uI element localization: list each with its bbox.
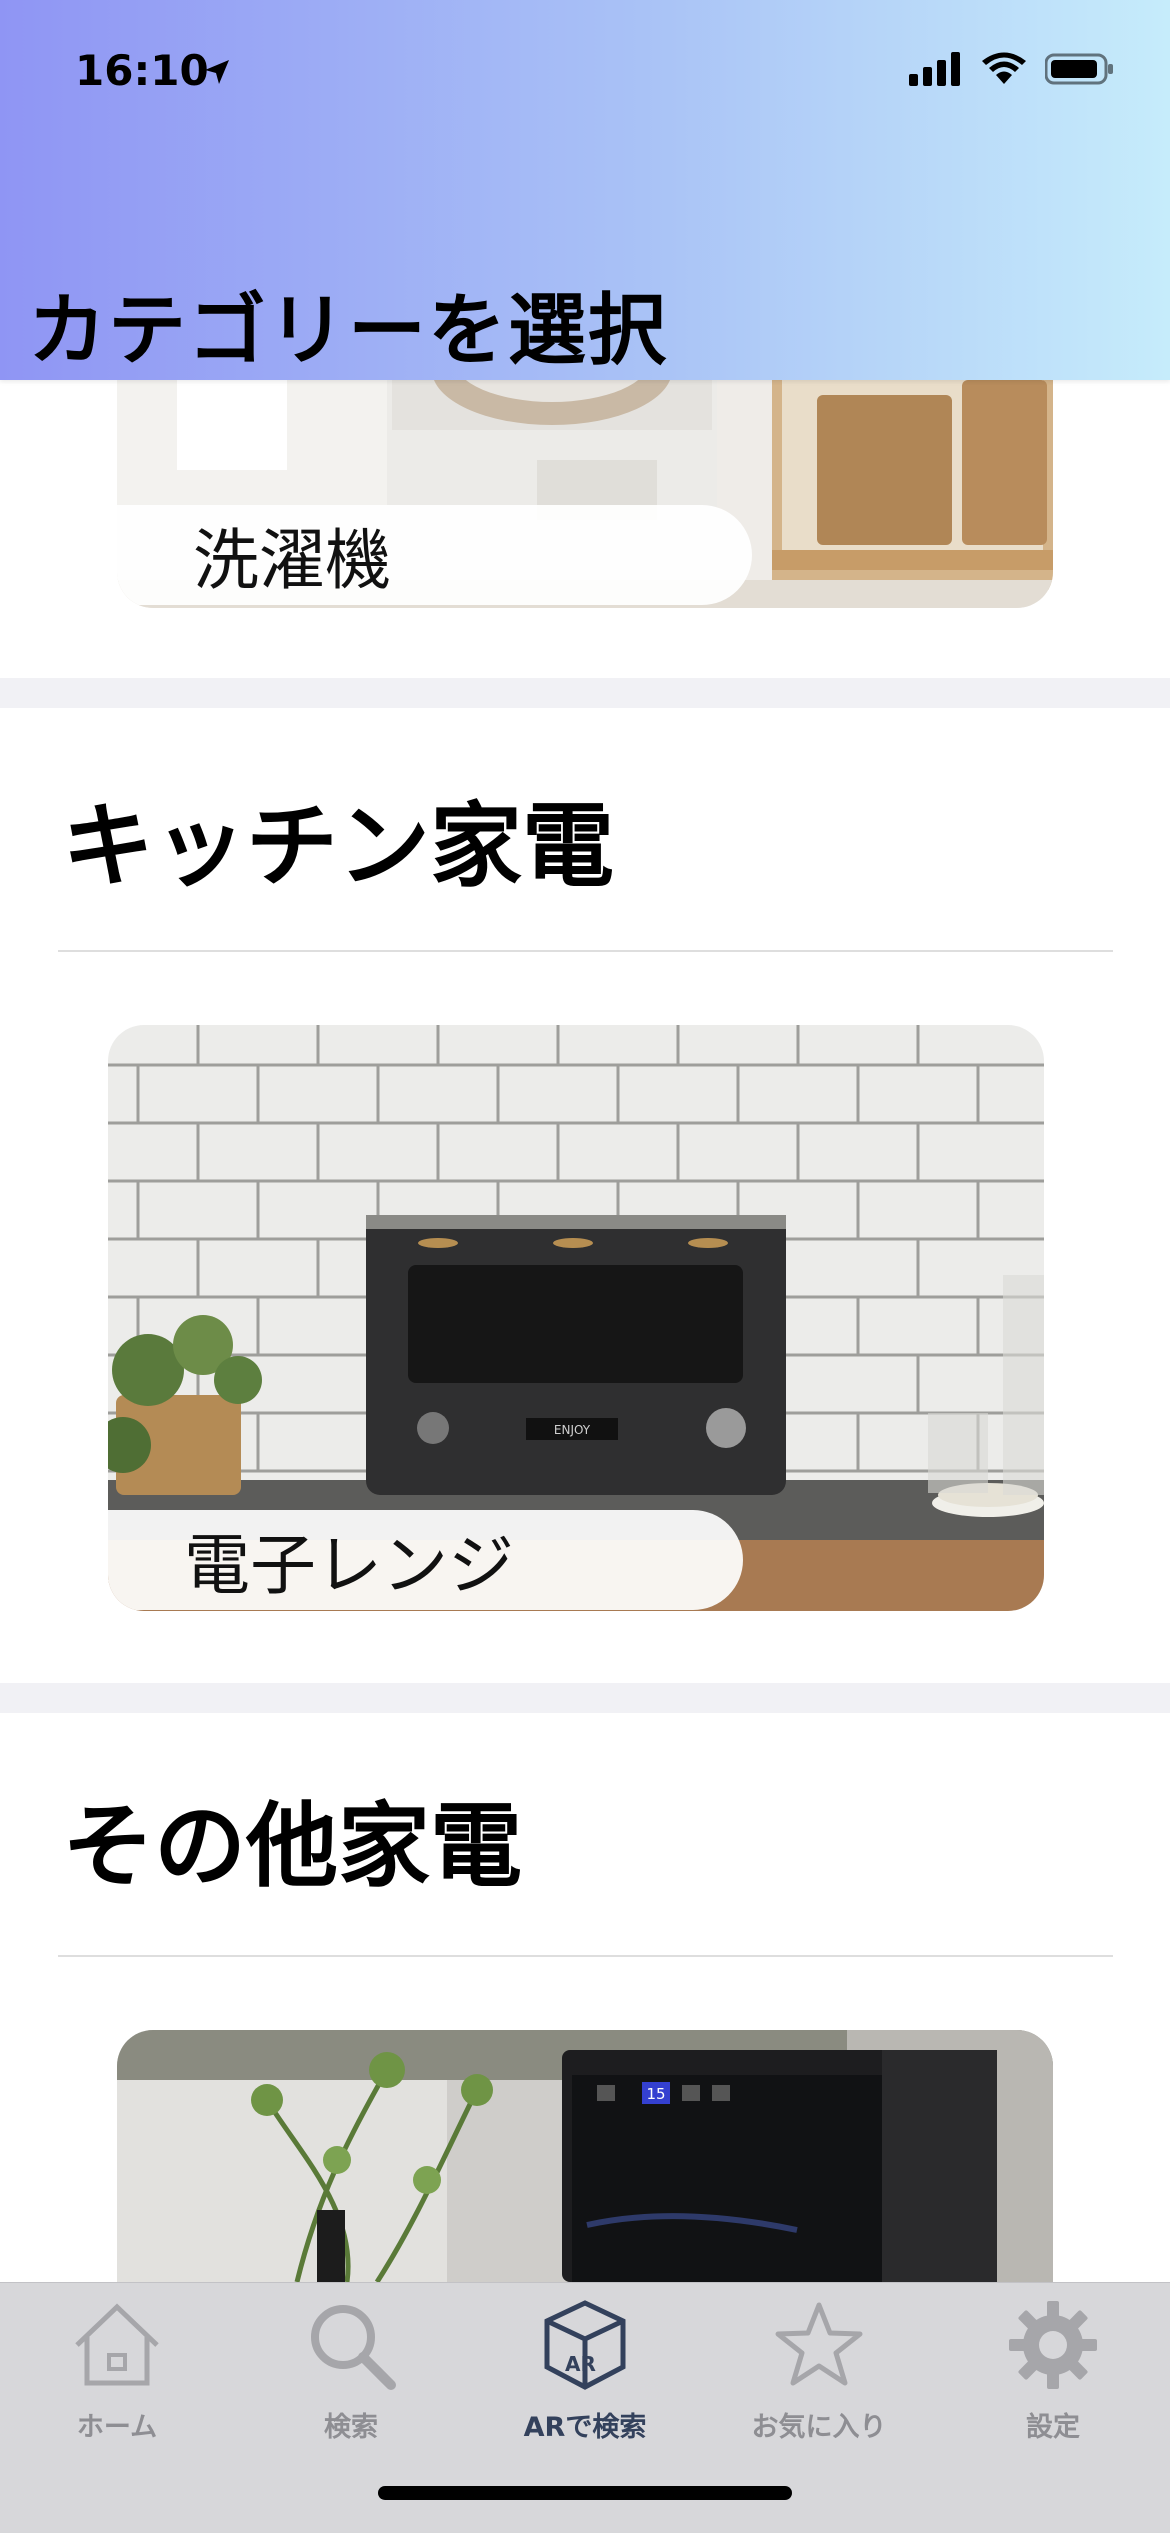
tab-label: 設定	[1026, 2412, 1080, 2443]
divider	[58, 1955, 1113, 1957]
tab-label: 検索	[324, 2412, 378, 2443]
section-title-other: その他家電	[62, 1793, 523, 1900]
category-card-microwave[interactable]: ENJOY 電子レンジ	[108, 1025, 1044, 1611]
section-separator	[0, 678, 1170, 708]
tab-settings[interactable]: 設定	[936, 2283, 1170, 2453]
card-label-washer: 洗濯機	[117, 505, 752, 605]
header: 16:10 カテゴリーを選択	[0, 0, 1170, 380]
tab-label: ARで検索	[523, 2412, 647, 2443]
tab-favorites[interactable]: お気に入り	[702, 2283, 936, 2453]
wifi-icon	[982, 52, 1026, 84]
gear-icon	[1009, 2301, 1097, 2389]
svg-text:ENJOY: ENJOY	[554, 1423, 591, 1437]
signal-icon	[909, 52, 960, 86]
page-title: カテゴリーを選択	[28, 286, 669, 376]
home-icon	[75, 2303, 159, 2386]
status-icons	[909, 52, 1115, 86]
tab-label: お気に入り	[751, 2412, 887, 2443]
tab-search[interactable]: 検索	[234, 2283, 468, 2453]
section-separator	[0, 1683, 1170, 1713]
tab-ar-search[interactable]: AR ARで検索	[468, 2283, 702, 2453]
star-icon	[775, 2302, 863, 2386]
svg-text:AR: AR	[565, 2352, 596, 2376]
status-time: 16:10	[75, 46, 209, 95]
divider	[58, 950, 1113, 952]
tab-home[interactable]: ホーム	[0, 2283, 234, 2453]
battery-icon	[1045, 53, 1113, 85]
category-card-other[interactable]: 15	[117, 2030, 1053, 2282]
tab-label: ホーム	[76, 2412, 158, 2443]
ar-cube-icon: AR	[544, 2300, 626, 2390]
card-label-microwave: 電子レンジ	[108, 1510, 743, 1610]
search-icon	[311, 2305, 396, 2390]
location-arrow-icon	[205, 60, 229, 84]
home-indicator[interactable]	[378, 2486, 792, 2500]
card-label-text: 洗濯機	[193, 522, 391, 599]
section-title-kitchen: キッチン家電	[62, 793, 615, 900]
card-label-text: 電子レンジ	[184, 1527, 514, 1604]
wine-cellar-photo: 15	[117, 2030, 1053, 2282]
svg-text:15: 15	[646, 2085, 665, 2103]
